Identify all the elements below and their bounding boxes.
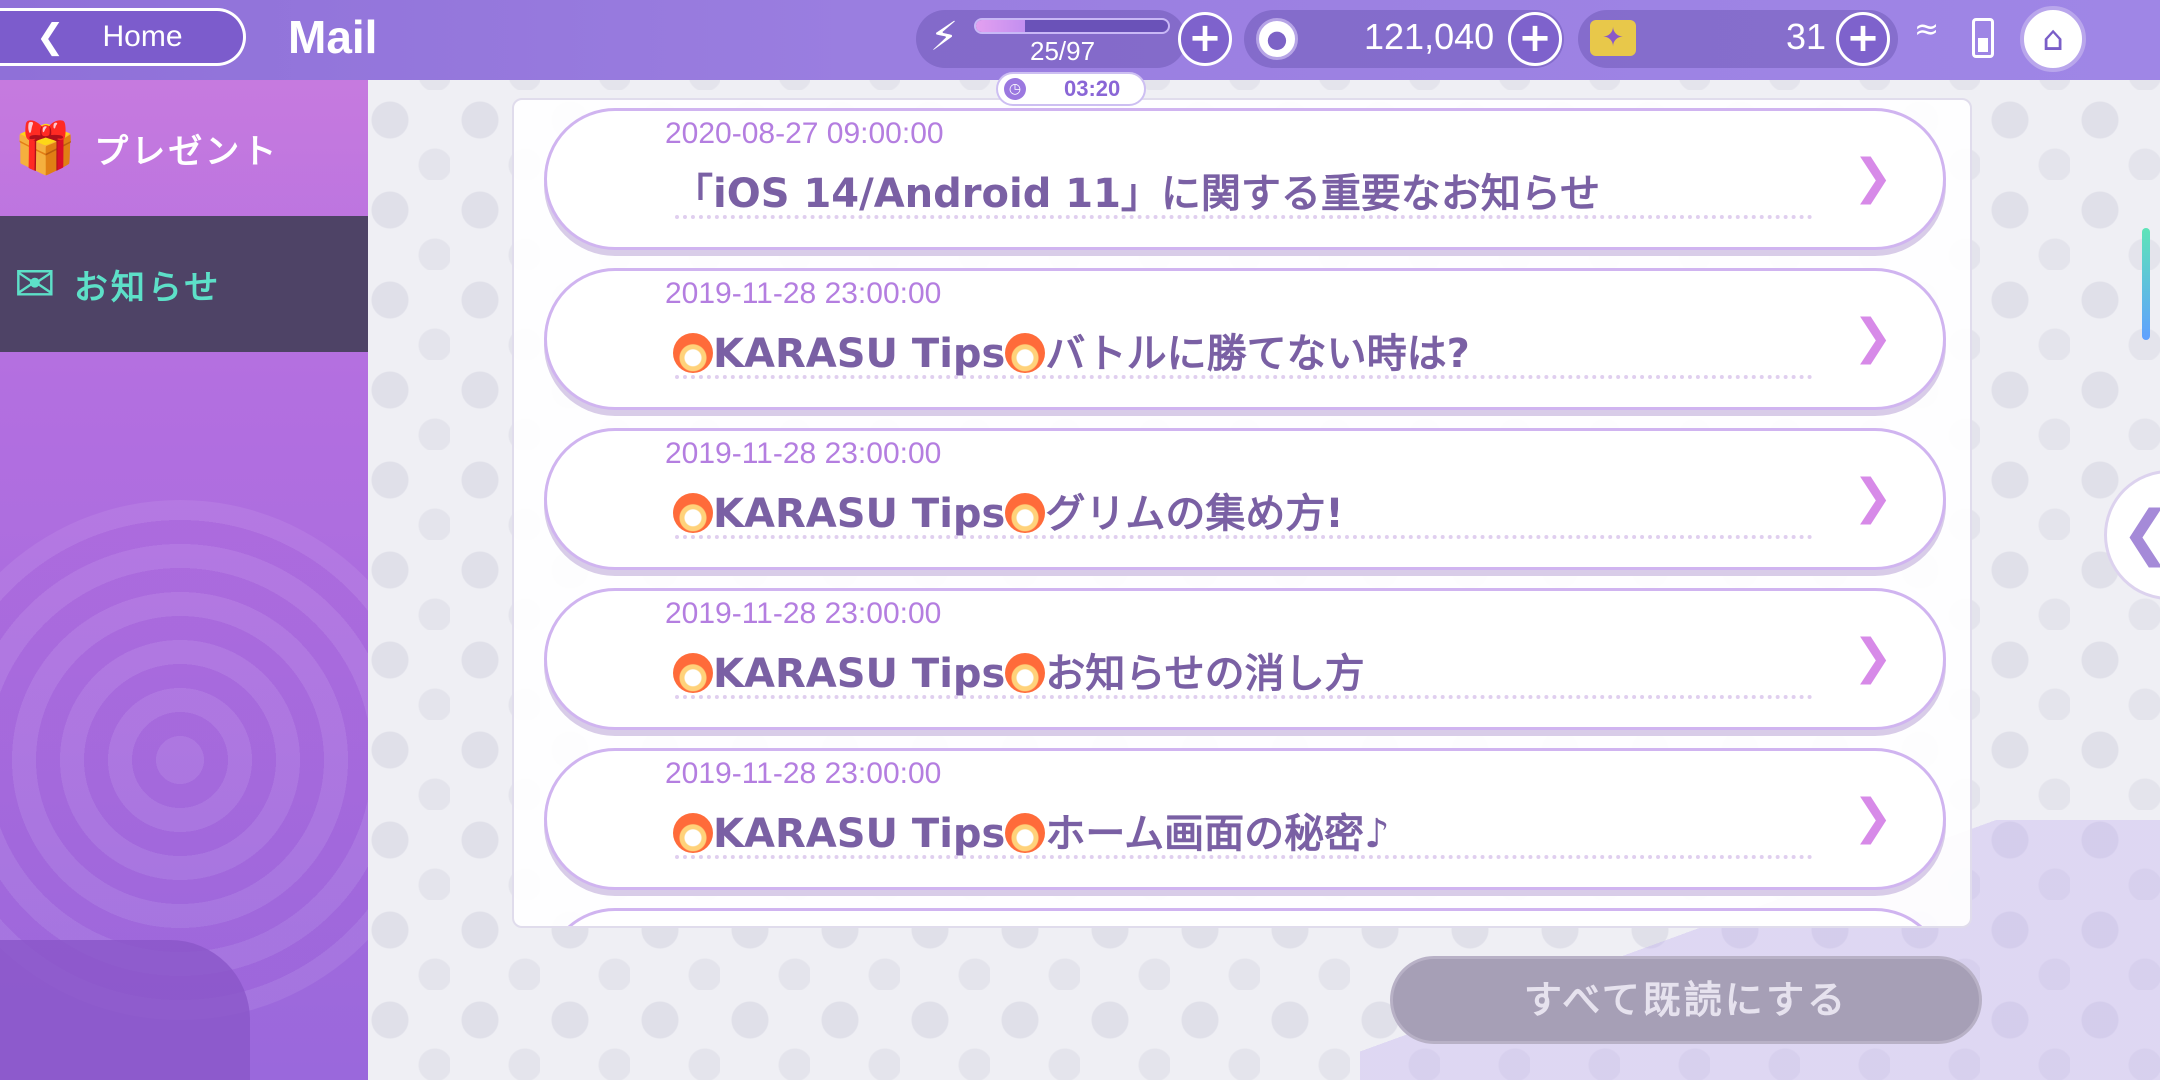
sidebar-item-present[interactable]: 🎁 プレゼント <box>0 80 368 216</box>
mail-date: 2019-11-28 23:00:00 <box>665 597 942 630</box>
mail-title-text: お知らせの消し方 <box>1045 651 1365 697</box>
sidebar-item-label: プレゼント <box>94 131 280 172</box>
stamina-bar <box>974 18 1170 34</box>
gem-count: 31 <box>1786 16 1827 57</box>
mail-title-prefix: KARASU Tips <box>713 811 1006 857</box>
dotted-divider <box>675 695 1813 699</box>
dotted-divider <box>675 215 1813 219</box>
chevron-left-icon: ❮ <box>2121 498 2160 568</box>
timer-value: 03:20 <box>1064 76 1121 101</box>
lightning-icon: ⚡ <box>930 14 959 60</box>
add-coins-button[interactable]: + <box>1508 12 1562 66</box>
page-title: Mail <box>288 11 378 63</box>
gem-icon: ✦ <box>1590 20 1636 56</box>
clock-icon: ◷ <box>1004 78 1026 100</box>
mail-date: 2019-11-28 23:00:00 <box>665 277 942 310</box>
mail-title-text: グリムの集め方! <box>1045 491 1344 537</box>
fire-icon <box>673 493 713 533</box>
mail-title-prefix: KARASU Tips <box>713 651 1006 697</box>
active-indicator <box>2142 228 2150 340</box>
mail-list-item[interactable]: 2019-11-28 23:00:00 KARASU Tips お知らせの消し方 … <box>544 588 1946 730</box>
fire-icon <box>1005 653 1046 693</box>
top-bar: ❮ Home Mail ⚡ 25/97 + ◷ 03:20 ● 121,040 … <box>0 0 2160 106</box>
mail-title-text: 「iOS 14/Android 11」に関する重要なお知らせ <box>673 171 1601 217</box>
chevron-right-icon: ❯ <box>1852 469 1893 525</box>
mail-title: 「iOS 14/Android 11」に関する重要なお知らせ <box>673 161 1600 219</box>
chevron-right-icon: ❯ <box>1852 789 1893 845</box>
mail-title: KARASU Tips お知らせの消し方 <box>673 641 1365 699</box>
dotted-divider <box>675 375 1813 379</box>
gift-icon: 🎁 <box>14 118 77 177</box>
chevron-right-icon: ❯ <box>1852 149 1893 205</box>
chevron-right-icon: ❯ <box>1852 629 1893 685</box>
mail-list-item[interactable]: 2019-11-28 23:00:00 KARASU Tips ホーム画面の秘密♪… <box>544 748 1946 890</box>
home-back-button[interactable]: ❮ Home <box>0 8 246 66</box>
mail-list-item[interactable]: 2020-08-27 09:00:00 「iOS 14/Android 11」に… <box>544 108 1946 250</box>
mail-title-text: ホーム画面の秘密♪ <box>1045 811 1390 857</box>
stamina-count: 25/97 <box>1030 36 1096 66</box>
mail-star-icon: ✉ <box>14 255 56 313</box>
stamina-timer: ◷ 03:20 <box>996 72 1146 106</box>
mail-list-item[interactable]: 2019-11-28 23:00:00 KARASU Tips バトルに勝てない時… <box>544 268 1946 410</box>
fire-icon <box>673 653 713 693</box>
coin-count: 121,040 <box>1364 16 1495 57</box>
add-stamina-button[interactable]: + <box>1178 12 1232 66</box>
home-icon-button[interactable]: ⌂ <box>2020 6 2086 72</box>
fire-icon <box>673 333 713 373</box>
mail-date: 2019-11-28 23:00:00 <box>665 757 942 790</box>
add-gems-button[interactable]: + <box>1836 12 1890 66</box>
drip-decoration <box>0 940 250 1080</box>
fire-icon <box>1005 333 1046 373</box>
mail-list-item[interactable]: 2019-11-28 23:00:00 KARASU Tips グリムの集め方! … <box>544 428 1946 570</box>
mark-all-read-button[interactable]: すべて既読にする <box>1390 956 1982 1044</box>
chevron-right-icon: ❯ <box>1852 309 1893 365</box>
fire-icon <box>1005 813 1046 853</box>
fire-icon <box>673 813 713 853</box>
mail-list-item-partial[interactable] <box>544 908 1946 926</box>
wifi-icon: ≈ <box>1914 12 1940 47</box>
sidebar-item-notice[interactable]: ✉ お知らせ <box>0 216 368 352</box>
sidebar-item-label: お知らせ <box>73 267 222 308</box>
home-back-label: Home <box>102 20 183 53</box>
dotted-divider <box>675 855 1813 859</box>
mail-date: 2019-11-28 23:00:00 <box>665 437 942 470</box>
mail-title: KARASU Tips バトルに勝てない時は? <box>673 321 1470 379</box>
coin-icon: ● <box>1256 18 1298 60</box>
chevron-left-icon: ❮ <box>36 17 65 57</box>
mail-title: KARASU Tips ホーム画面の秘密♪ <box>673 801 1390 859</box>
dotted-divider <box>675 535 1813 539</box>
mail-date: 2020-08-27 09:00:00 <box>665 117 944 150</box>
mail-title-text: バトルに勝てない時は? <box>1045 331 1470 377</box>
mail-title: KARASU Tips グリムの集め方! <box>673 481 1344 539</box>
stamina-bar-fill <box>976 20 1026 32</box>
mail-title-prefix: KARASU Tips <box>713 491 1006 537</box>
fire-icon <box>1005 493 1046 533</box>
battery-icon <box>1972 18 1994 58</box>
mail-title-prefix: KARASU Tips <box>713 331 1006 377</box>
mail-list-panel[interactable]: 2020-08-27 09:00:00 「iOS 14/Android 11」に… <box>512 98 1972 928</box>
